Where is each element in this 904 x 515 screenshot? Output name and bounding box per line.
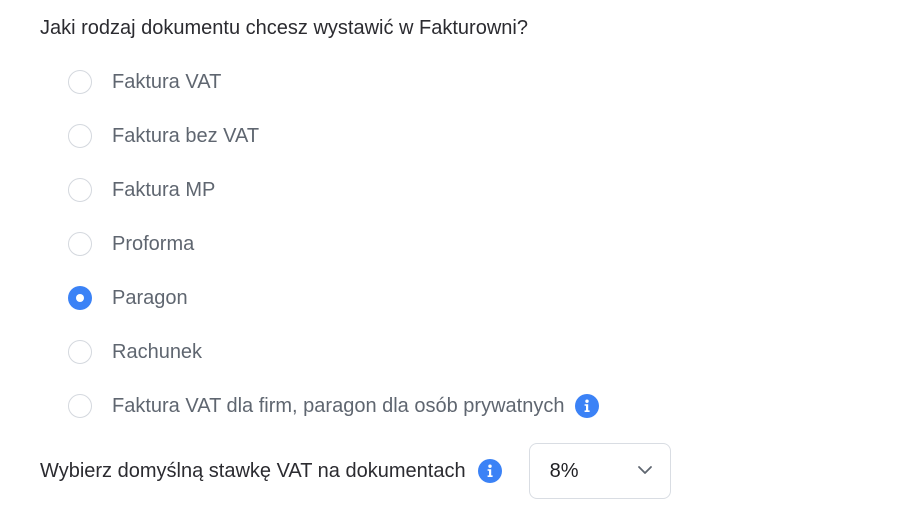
radio-button[interactable] — [68, 178, 92, 202]
radio-option-label: Faktura bez VAT — [112, 125, 260, 147]
default-vat-rate-row: Wybierz domyślną stawkę VAT na dokumenta… — [40, 443, 671, 499]
radio-option-faktura-vat-paragon[interactable]: Faktura VAT dla firm, paragon dla osób p… — [68, 379, 600, 433]
radio-option-faktura-vat[interactable]: Faktura VAT — [68, 55, 599, 109]
radio-option-label: Faktura VAT dla firm, paragon dla osób p… — [112, 395, 565, 417]
radio-button[interactable] — [68, 124, 92, 148]
radio-option-faktura-mp[interactable]: Faktura MP — [68, 163, 599, 217]
info-icon[interactable] — [477, 459, 502, 483]
radio-option-label: Proforma — [112, 233, 195, 255]
radio-option-label: Paragon — [112, 287, 188, 309]
radio-button[interactable] — [68, 70, 92, 94]
radio-option-faktura-bez-vat[interactable]: Faktura bez VAT — [68, 109, 599, 163]
chevron-down-icon — [637, 462, 653, 480]
radio-option-label: Faktura MP — [112, 179, 216, 201]
radio-button[interactable] — [68, 232, 92, 256]
radio-option-rachunek[interactable]: Rachunek — [68, 325, 599, 379]
vat-rate-label: Wybierz domyślną stawkę VAT na dokumenta… — [40, 460, 466, 482]
radio-button-checked[interactable] — [68, 286, 92, 310]
radio-option-paragon[interactable]: Paragon — [68, 271, 599, 325]
radio-option-proforma[interactable]: Proforma — [68, 217, 599, 271]
vat-rate-select[interactable]: 8% — [528, 443, 671, 499]
question-heading: Jaki rodzaj dokumentu chcesz wystawić w … — [40, 17, 528, 39]
radio-button[interactable] — [68, 394, 92, 418]
radio-option-label: Rachunek — [112, 341, 203, 363]
radio-button[interactable] — [68, 340, 92, 364]
radio-option-label: Faktura VAT — [112, 71, 222, 93]
document-type-radio-group: Faktura VAT Faktura bez VAT Faktura MP P… — [68, 55, 600, 433]
vat-rate-selected-value: 8% — [549, 459, 579, 482]
info-icon[interactable] — [575, 394, 600, 418]
